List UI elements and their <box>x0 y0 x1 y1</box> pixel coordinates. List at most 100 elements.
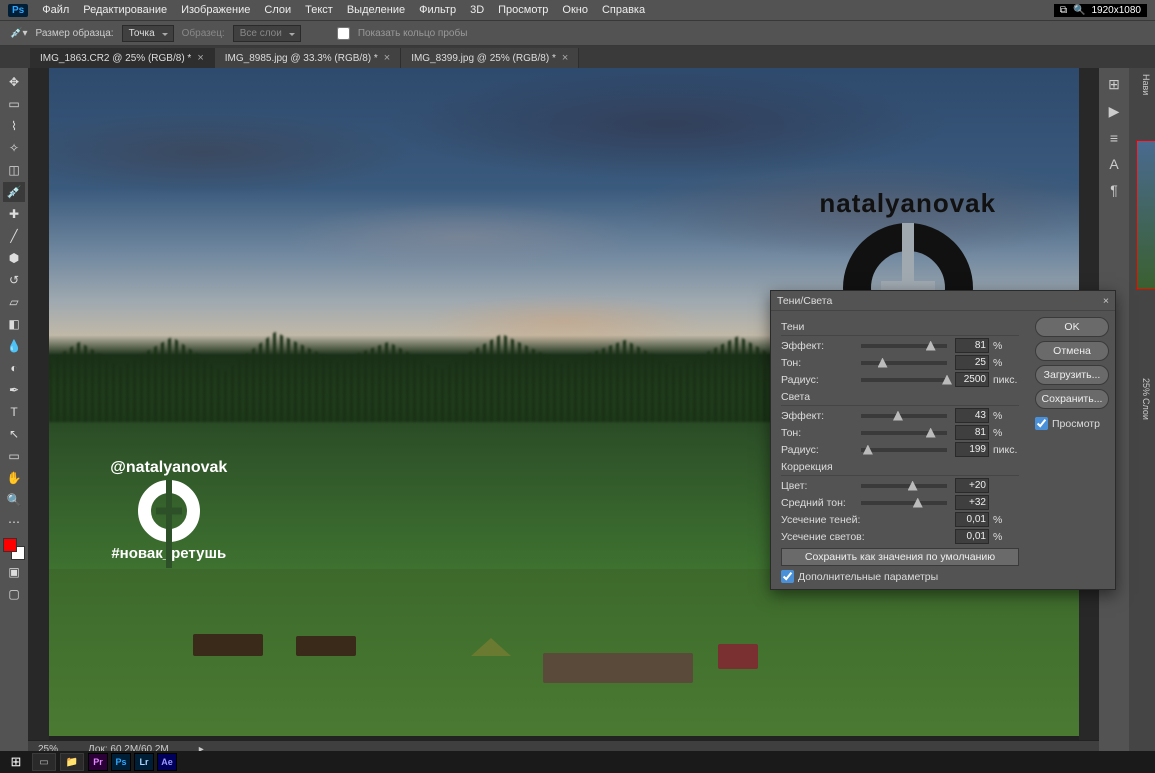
pen-tool[interactable]: ✒ <box>3 380 25 400</box>
move-tool[interactable]: ✥ <box>3 72 25 92</box>
dodge-tool[interactable]: ◐ <box>3 358 25 378</box>
history-brush-tool[interactable]: ↺ <box>3 270 25 290</box>
close-icon[interactable]: × <box>1103 295 1109 307</box>
taskbar-app[interactable]: Pr <box>88 753 108 771</box>
ok-button[interactable]: OK <box>1035 317 1109 337</box>
navigator-zoom: 25% <box>1141 378 1151 396</box>
window-icon: ⧉ <box>1060 5 1067 16</box>
show-ring-label: Показать кольцо пробы <box>358 28 468 39</box>
layers-label[interactable]: Слои <box>1141 398 1151 420</box>
menu-item[interactable]: Фильтр <box>419 4 456 16</box>
menu-item[interactable]: Выделение <box>347 4 405 16</box>
taskbar-app[interactable]: Ps <box>111 753 131 771</box>
blur-tool[interactable]: 💧 <box>3 336 25 356</box>
hl-effect-label: Эффект: <box>781 410 853 422</box>
menu-item[interactable]: Файл <box>42 4 69 16</box>
hl-tone-slider[interactable] <box>861 431 947 435</box>
brush-tool[interactable]: ╱ <box>3 226 25 246</box>
menu-item[interactable]: Слои <box>264 4 291 16</box>
menu-item[interactable]: Окно <box>562 4 588 16</box>
sample-size-select[interactable]: Точка <box>122 25 174 42</box>
color-swatches[interactable] <box>3 538 25 560</box>
adjust-icon[interactable]: ≡ <box>1110 130 1118 146</box>
taskbar-app[interactable]: Lr <box>134 753 154 771</box>
shadow-tone-slider[interactable] <box>861 361 947 365</box>
preview-checkbox[interactable] <box>1035 417 1048 430</box>
shadow-effect-slider[interactable] <box>861 344 947 348</box>
source-label: Образец: <box>182 28 225 39</box>
hl-effect-input[interactable] <box>955 408 989 423</box>
eraser-tool[interactable]: ▱ <box>3 292 25 312</box>
stamp-tool[interactable]: ⬢ <box>3 248 25 268</box>
shape-tool[interactable]: ▭ <box>3 446 25 466</box>
menu-item[interactable]: Справка <box>602 4 645 16</box>
magnify-icon: 🔍 <box>1073 5 1085 16</box>
menu-item[interactable]: Изображение <box>181 4 250 16</box>
shadow-radius-input[interactable] <box>955 372 989 387</box>
taskview-icon[interactable]: ▭ <box>32 753 56 771</box>
type-tool[interactable]: T <box>3 402 25 422</box>
hl-tone-input[interactable] <box>955 425 989 440</box>
path-tool[interactable]: ↖ <box>3 424 25 444</box>
gradient-tool[interactable]: ◧ <box>3 314 25 334</box>
document-tab[interactable]: IMG_8399.jpg @ 25% (RGB/8) *× <box>401 48 579 68</box>
play-icon[interactable]: ▶ <box>1109 103 1120 120</box>
shadow-effect-input[interactable] <box>955 338 989 353</box>
more-options-checkbox[interactable] <box>781 570 794 583</box>
navigator-label[interactable]: Нави <box>1141 74 1151 95</box>
quickmask-tool[interactable]: ▣ <box>3 562 25 582</box>
navigator-thumbnail[interactable] <box>1136 140 1155 290</box>
resolution-badge: ⧉ 🔍 1920x1080 <box>1054 4 1147 17</box>
hl-radius-input[interactable] <box>955 442 989 457</box>
hl-radius-slider[interactable] <box>861 448 947 452</box>
document-tab[interactable]: IMG_1863.CR2 @ 25% (RGB/8) *× <box>30 48 215 68</box>
midtone-label: Средний тон: <box>781 497 853 509</box>
eyedropper-tool[interactable]: 💉 <box>3 182 25 202</box>
sample-size-label: Размер образца: <box>35 28 113 39</box>
close-icon[interactable]: × <box>197 52 203 64</box>
marquee-tool[interactable]: ▭ <box>3 94 25 114</box>
shadow-radius-slider[interactable] <box>861 378 947 382</box>
screenmode-tool[interactable]: ▢ <box>3 584 25 604</box>
load-button[interactable]: Загрузить... <box>1035 365 1109 385</box>
shadow-effect-label: Эффект: <box>781 340 853 352</box>
pct-unit: % <box>993 410 1019 422</box>
color-input[interactable] <box>955 478 989 493</box>
zoom-tool[interactable]: 🔍 <box>3 490 25 510</box>
document-tab[interactable]: IMG_8985.jpg @ 33.3% (RGB/8) *× <box>215 48 401 68</box>
show-ring-checkbox[interactable] <box>337 27 350 40</box>
midtone-input[interactable] <box>955 495 989 510</box>
save-defaults-button[interactable]: Сохранить как значения по умолчанию <box>781 548 1019 566</box>
hl-radius-label: Радиус: <box>781 444 853 456</box>
crop-tool[interactable]: ◫ <box>3 160 25 180</box>
type-panel-icon[interactable]: A <box>1109 156 1118 172</box>
source-select[interactable]: Все слои <box>233 25 301 42</box>
taskbar-app[interactable]: Ae <box>157 753 177 771</box>
start-button[interactable]: ⊞ <box>4 753 28 771</box>
clip-shadow-input[interactable] <box>955 512 989 527</box>
menu-item[interactable]: Просмотр <box>498 4 548 16</box>
menu-item[interactable]: 3D <box>470 4 484 16</box>
midtone-slider[interactable] <box>861 501 947 505</box>
menu-item[interactable]: Текст <box>305 4 333 16</box>
lasso-tool[interactable]: ⌇ <box>3 116 25 136</box>
clip-hl-input[interactable] <box>955 529 989 544</box>
hl-effect-slider[interactable] <box>861 414 947 418</box>
cancel-button[interactable]: Отмена <box>1035 341 1109 361</box>
explorer-icon[interactable]: 📁 <box>60 753 84 771</box>
watermark-handle: natalyanovak <box>819 188 996 219</box>
close-icon[interactable]: × <box>562 52 568 64</box>
wand-tool[interactable]: ✧ <box>3 138 25 158</box>
watermark-handle2: @natalyanovak <box>110 459 227 477</box>
menu-item[interactable]: Редактирование <box>83 4 167 16</box>
shadows-highlights-dialog: Тени/Света × Тени Эффект:% Тон:% Радиус:… <box>770 290 1116 590</box>
color-slider[interactable] <box>861 484 947 488</box>
edit-toolbar[interactable]: ⋯ <box>3 512 25 532</box>
heal-tool[interactable]: ✚ <box>3 204 25 224</box>
shadow-tone-input[interactable] <box>955 355 989 370</box>
hand-tool[interactable]: ✋ <box>3 468 25 488</box>
paragraph-icon[interactable]: ¶ <box>1110 182 1118 198</box>
close-icon[interactable]: × <box>384 52 390 64</box>
arrange-icon[interactable]: ⊞ <box>1108 76 1120 93</box>
save-button[interactable]: Сохранить... <box>1035 389 1109 409</box>
